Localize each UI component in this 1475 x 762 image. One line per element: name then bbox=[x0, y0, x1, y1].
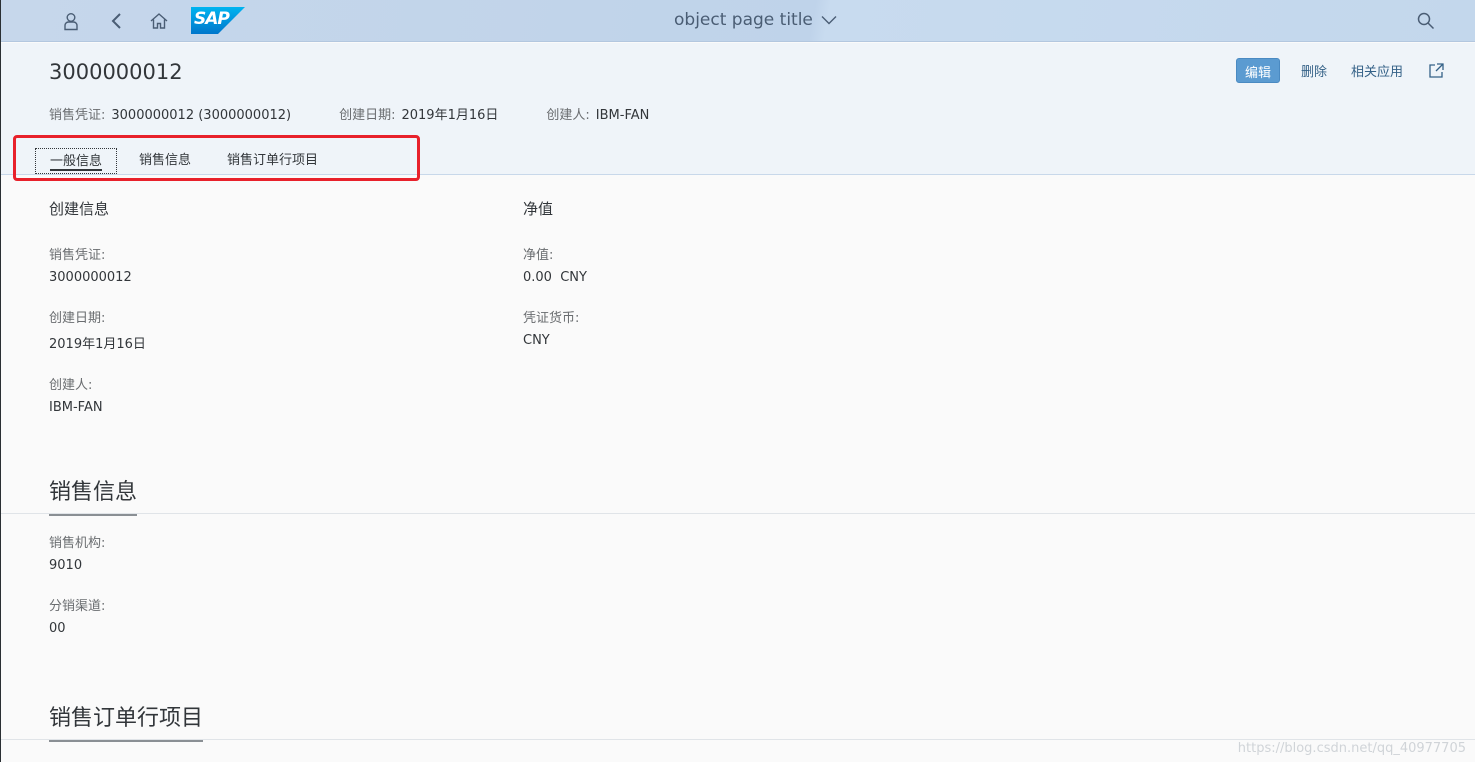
app-title: object page title bbox=[674, 10, 813, 30]
field-label: 凭证货币: bbox=[523, 311, 580, 326]
header-attributes: 销售凭证: 3000000012 (3000000012) 创建日期: 2019年1… bbox=[49, 104, 697, 123]
field-value: 3000000012 bbox=[49, 270, 132, 285]
delete-button[interactable]: 删除 bbox=[1294, 58, 1334, 83]
field-label: 创建日期: bbox=[49, 311, 106, 326]
section-title: 销售订单行项目 bbox=[49, 700, 204, 742]
field-value: IBM-FAN bbox=[49, 400, 103, 415]
group-title: 创建信息 bbox=[49, 200, 110, 218]
section-divider bbox=[1, 513, 1475, 514]
object-page-content: 创建信息 销售凭证: 3000000012 创建日期: 2019年1月16日 创… bbox=[1, 176, 1475, 762]
sales-info-section: 销售信息 销售机构: 9010 分销渠道: 00 bbox=[1, 474, 1475, 644]
header-actions: 编辑 删除 相关应用 bbox=[1235, 58, 1448, 83]
field-label: 销售凭证: bbox=[49, 248, 106, 263]
app-title-menu[interactable]: object page title bbox=[674, 8, 837, 32]
net-value-group: 净值 净值: 0.00 CNY 凭证货币: CNY bbox=[523, 198, 587, 370]
field-net-value: 净值: 0.00 CNY bbox=[523, 244, 587, 285]
shell-bar: SAP object page title bbox=[1, 0, 1475, 42]
watermark: https://blog.csdn.net/qq_40977705 bbox=[1237, 741, 1466, 756]
field-label: 创建人: bbox=[49, 378, 93, 393]
search-icon[interactable] bbox=[1408, 0, 1444, 42]
back-icon[interactable] bbox=[99, 0, 135, 42]
field-value: 2019年1月16日 bbox=[49, 337, 146, 352]
field-created-date: 创建日期: 2019年1月16日 bbox=[49, 307, 146, 352]
attr-value: 2019年1月16日 bbox=[401, 108, 499, 123]
home-icon[interactable] bbox=[141, 0, 177, 42]
section-divider bbox=[1, 739, 1475, 740]
object-page-header: 3000000012 编辑 删除 相关应用 销售凭证: 3000000012 (3… bbox=[1, 43, 1475, 181]
attr-value: IBM-FAN bbox=[595, 108, 650, 123]
sap-logo[interactable]: SAP bbox=[191, 7, 245, 34]
sap-logo-text: SAP bbox=[194, 9, 230, 29]
header-attr-sales-doc: 销售凭证: 3000000012 (3000000012) bbox=[49, 104, 291, 123]
section-title: 销售信息 bbox=[49, 474, 138, 516]
anchor-sales-info[interactable]: 销售信息 bbox=[125, 148, 205, 174]
field-doc-currency: 凭证货币: CNY bbox=[523, 307, 587, 348]
group-title: 净值 bbox=[523, 200, 554, 218]
user-icon[interactable] bbox=[53, 0, 89, 42]
field-label: 销售机构: bbox=[49, 536, 106, 551]
field-sales-doc: 销售凭证: 3000000012 bbox=[49, 244, 146, 285]
header-attr-created-by: 创建人: IBM-FAN bbox=[546, 104, 649, 123]
field-created-by: 创建人: IBM-FAN bbox=[49, 374, 146, 415]
object-title: 3000000012 bbox=[49, 60, 183, 84]
create-info-group: 创建信息 销售凭证: 3000000012 创建日期: 2019年1月16日 创… bbox=[49, 198, 146, 437]
header-attr-created-date: 创建日期: 2019年1月16日 bbox=[339, 104, 498, 123]
field-value: 00 bbox=[49, 621, 66, 636]
field-label: 分销渠道: bbox=[49, 599, 106, 614]
anchor-bar: 一般信息 销售信息 销售订单行项目 bbox=[35, 146, 340, 176]
chevron-down-icon bbox=[821, 16, 837, 25]
field-label: 净值: bbox=[523, 248, 554, 263]
field-value: 0.00 CNY bbox=[523, 270, 587, 285]
edit-button[interactable]: 编辑 bbox=[1235, 58, 1280, 83]
share-button[interactable] bbox=[1424, 59, 1448, 83]
anchor-general-info[interactable]: 一般信息 bbox=[35, 148, 118, 174]
field-value: 9010 bbox=[49, 558, 83, 573]
field-value: CNY bbox=[523, 333, 550, 348]
related-apps-button[interactable]: 相关应用 bbox=[1344, 58, 1410, 83]
attr-label: 销售凭证: bbox=[49, 108, 106, 123]
sales-fields: 销售机构: 9010 分销渠道: 00 bbox=[49, 532, 105, 658]
field-distribution-channel: 分销渠道: 00 bbox=[49, 595, 105, 636]
attr-label: 创建日期: bbox=[339, 108, 396, 123]
anchor-sales-order-items[interactable]: 销售订单行项目 bbox=[213, 148, 332, 174]
share-icon bbox=[1428, 63, 1444, 78]
attr-label: 创建人: bbox=[546, 108, 590, 123]
field-sales-org: 销售机构: 9010 bbox=[49, 532, 105, 573]
attr-value: 3000000012 (3000000012) bbox=[111, 108, 292, 123]
